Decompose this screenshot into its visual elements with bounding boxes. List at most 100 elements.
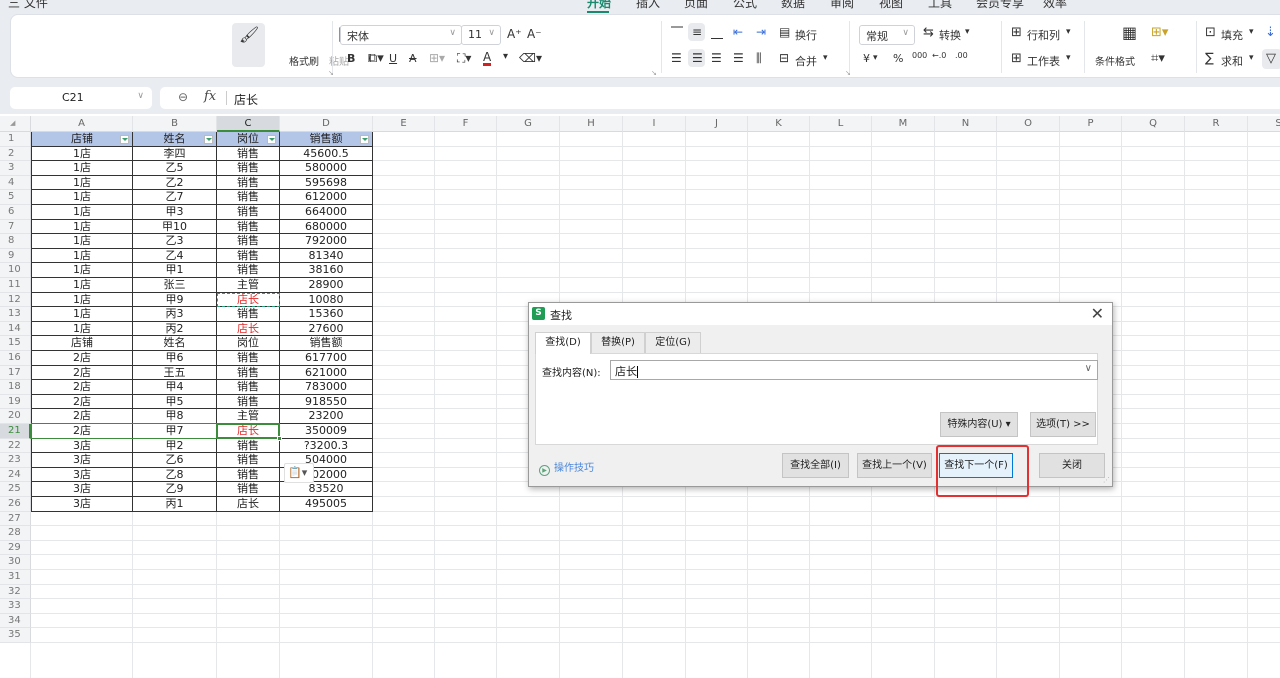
- data-cell[interactable]: 销售: [217, 190, 280, 205]
- row-header-2[interactable]: 2: [0, 146, 31, 162]
- column-header-b[interactable]: B: [133, 116, 217, 132]
- column-header-i[interactable]: I: [623, 116, 686, 132]
- align-right-icon[interactable]: ☰: [711, 51, 722, 65]
- fill-handle[interactable]: [277, 435, 282, 441]
- row-header-12[interactable]: 12: [0, 292, 31, 308]
- data-cell[interactable]: 甲4: [133, 380, 217, 395]
- column-header-a[interactable]: A: [31, 116, 133, 132]
- data-cell[interactable]: 销售: [217, 234, 280, 249]
- data-cell[interactable]: 3店: [31, 482, 133, 497]
- font-name-select[interactable]: 宋体 ∨: [340, 25, 462, 45]
- row-header-34[interactable]: 34: [0, 613, 31, 629]
- convert-button[interactable]: 转换: [939, 27, 961, 43]
- data-cell[interactable]: 乙4: [133, 248, 217, 264]
- data-cell[interactable]: 销售: [217, 263, 280, 278]
- row-header-20[interactable]: 20: [0, 409, 31, 424]
- conditional-format-button[interactable]: 条件格式: [1095, 53, 1135, 68]
- sort-icon[interactable]: ⇣: [1265, 25, 1276, 40]
- data-cell[interactable]: 甲6: [133, 351, 217, 366]
- data-cell[interactable]: 姓名: [133, 336, 217, 351]
- row-header-28[interactable]: 28: [0, 526, 31, 541]
- row-header-14[interactable]: 14: [0, 321, 31, 337]
- select-all-corner[interactable]: ◢: [0, 116, 31, 132]
- row-header-10[interactable]: 10: [0, 263, 31, 278]
- percent-button[interactable]: %: [893, 52, 903, 65]
- fill-button[interactable]: 填充: [1221, 27, 1243, 43]
- data-cell[interactable]: 甲8: [133, 409, 217, 424]
- row-col-button[interactable]: 行和列: [1027, 27, 1060, 43]
- font-launcher-icon[interactable]: ↘: [651, 69, 657, 77]
- data-cell[interactable]: 1店: [31, 278, 133, 293]
- chevron-down-icon[interactable]: ▾: [965, 27, 970, 37]
- row-header-19[interactable]: 19: [0, 394, 31, 410]
- data-cell[interactable]: 乙8: [133, 467, 217, 483]
- chevron-down-icon[interactable]: ▾: [823, 53, 828, 63]
- number-format-select[interactable]: 常规 ∨: [859, 25, 915, 45]
- column-header-d[interactable]: D: [280, 116, 373, 132]
- chevron-down-icon[interactable]: ▾: [1249, 27, 1254, 37]
- data-cell[interactable]: 李四: [133, 146, 217, 162]
- data-cell[interactable]: 王五: [133, 365, 217, 381]
- tab-page[interactable]: 页面: [684, 0, 708, 11]
- data-cell[interactable]: 1店: [31, 263, 133, 278]
- column-header-e[interactable]: E: [373, 116, 435, 132]
- eraser-icon[interactable]: ⌫▾: [519, 51, 542, 65]
- find-all-button[interactable]: 查找全部(I): [782, 453, 849, 478]
- increase-decimal-icon[interactable]: ←.0: [932, 51, 946, 60]
- data-cell[interactable]: 664000: [280, 205, 373, 220]
- data-cell[interactable]: 1店: [31, 307, 133, 322]
- find-previous-button[interactable]: 查找上一个(V): [857, 453, 932, 478]
- options-button[interactable]: 选项(T) >>: [1030, 412, 1096, 437]
- row-header-5[interactable]: 5: [0, 190, 31, 205]
- border-icon[interactable]: ⊞▾: [429, 51, 445, 65]
- column-header-k[interactable]: K: [748, 116, 810, 132]
- data-cell[interactable]: 丙1: [133, 497, 217, 512]
- row-header-6[interactable]: 6: [0, 205, 31, 220]
- chevron-down-icon[interactable]: ▾: [1066, 27, 1071, 37]
- italic-button[interactable]: I: [368, 52, 371, 65]
- data-cell[interactable]: 甲9: [133, 292, 217, 308]
- row-header-13[interactable]: 13: [0, 307, 31, 322]
- formula-input[interactable]: ⊖ fx 店长: [160, 87, 1280, 109]
- data-cell[interactable]: 595698: [280, 175, 373, 191]
- tab-replace[interactable]: 替换(P): [591, 332, 645, 353]
- justify-icon[interactable]: ☰: [733, 51, 744, 65]
- currency-button[interactable]: ¥: [863, 52, 870, 65]
- column-header-p[interactable]: P: [1060, 116, 1122, 132]
- row-header-31[interactable]: 31: [0, 570, 31, 585]
- zoom-icon[interactable]: ⊖: [178, 90, 188, 104]
- filter-dropdown-icon[interactable]: [360, 135, 369, 144]
- cell-style-icon[interactable]: ⊞▾: [1151, 25, 1168, 40]
- data-cell[interactable]: 81340: [280, 248, 373, 264]
- data-cell[interactable]: 495005: [280, 497, 373, 512]
- data-cell[interactable]: 销售: [217, 380, 280, 395]
- data-cell[interactable]: 主管: [217, 409, 280, 424]
- row-header-3[interactable]: 3: [0, 161, 31, 176]
- data-cell[interactable]: 销售: [217, 146, 280, 162]
- data-cell[interactable]: 1店: [31, 219, 133, 235]
- tab-data[interactable]: 数据: [781, 0, 805, 11]
- data-cell[interactable]: 销售: [217, 248, 280, 264]
- column-header-r[interactable]: R: [1185, 116, 1248, 132]
- data-cell[interactable]: 580000: [280, 161, 373, 176]
- data-cell[interactable]: 1店: [31, 146, 133, 162]
- data-cell[interactable]: 1店: [31, 234, 133, 249]
- data-cell[interactable]: 783000: [280, 380, 373, 395]
- shrink-font-button[interactable]: A⁻: [527, 27, 542, 41]
- data-cell[interactable]: 2店: [31, 380, 133, 395]
- data-cell[interactable]: 店铺: [31, 336, 133, 351]
- row-header-32[interactable]: 32: [0, 584, 31, 600]
- data-cell[interactable]: 1店: [31, 175, 133, 191]
- data-cell[interactable]: 2店: [31, 394, 133, 410]
- data-cell[interactable]: 23200: [280, 409, 373, 424]
- chevron-down-icon[interactable]: ∨: [137, 91, 144, 101]
- align-left-icon[interactable]: ☰: [671, 51, 682, 65]
- data-cell[interactable]: 612000: [280, 190, 373, 205]
- data-cell[interactable]: 销售: [217, 394, 280, 410]
- row-header-8[interactable]: 8: [0, 234, 31, 249]
- data-cell[interactable]: 1店: [31, 205, 133, 220]
- data-cell[interactable]: 销售: [217, 482, 280, 497]
- column-header-c[interactable]: C: [217, 116, 280, 132]
- row-header-11[interactable]: 11: [0, 278, 31, 293]
- data-cell[interactable]: 甲3: [133, 205, 217, 220]
